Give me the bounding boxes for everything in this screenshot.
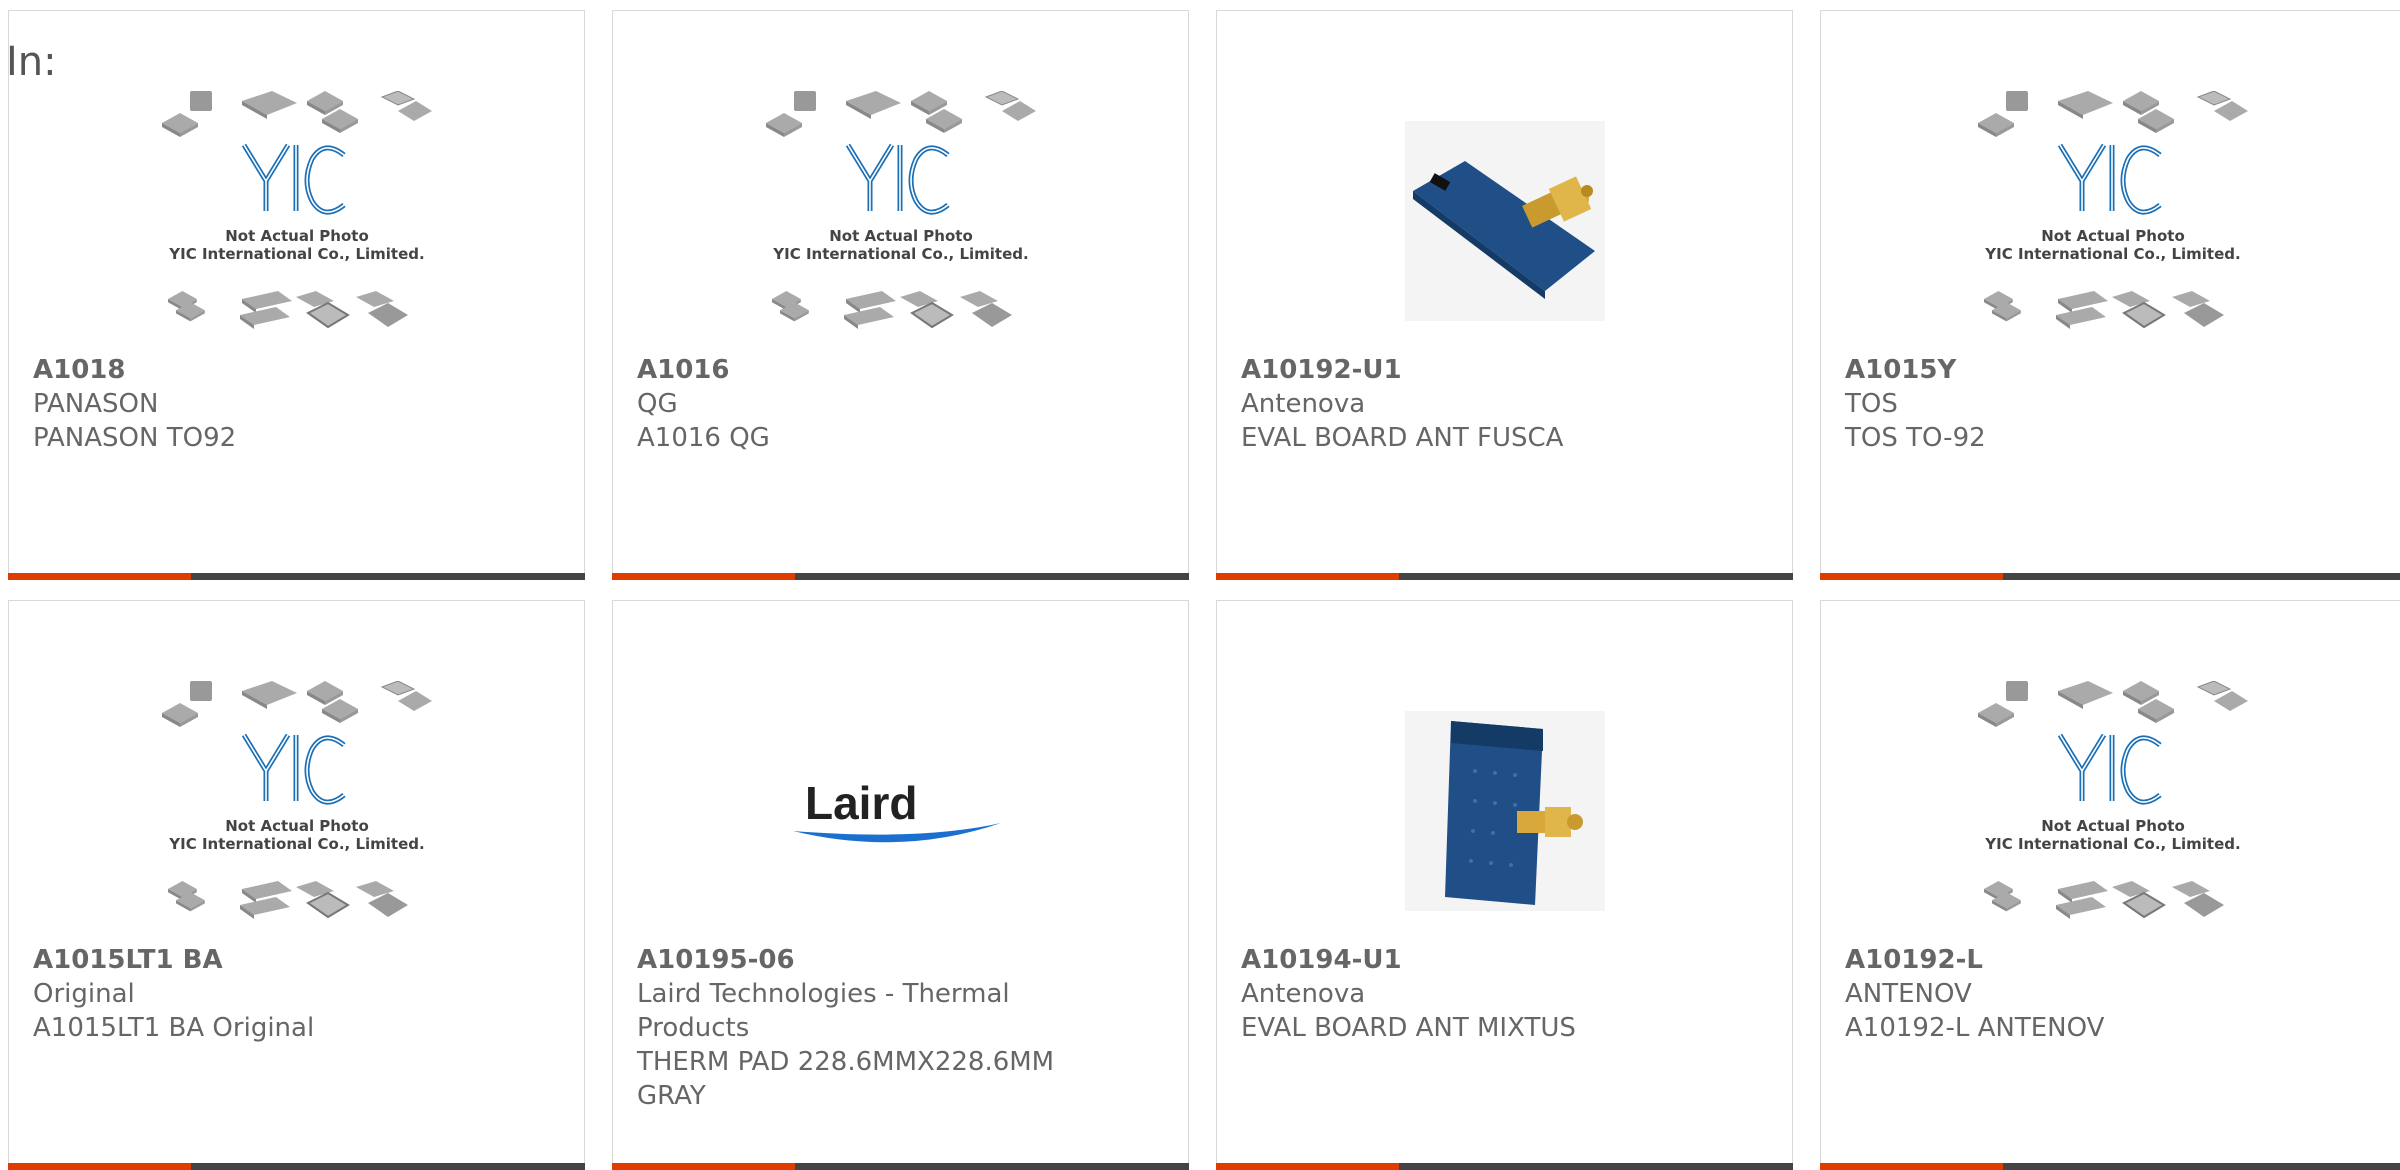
product-card[interactable]: Not Actual Photo YIC International Co., … <box>612 10 1189 580</box>
product-part-number[interactable]: A1015LT1 BA <box>33 943 560 977</box>
svg-text:YIC International Co., Limited: YIC International Co., Limited. <box>1984 835 2240 853</box>
product-description: PANASON TO92 <box>33 423 237 453</box>
product-image[interactable]: Not Actual Photo YIC International Co., … <box>1821 661 2400 961</box>
yic-placeholder-icon: Not Actual Photo YIC International Co., … <box>162 91 432 351</box>
product-part-number[interactable]: A1016 <box>637 353 1164 387</box>
product-image[interactable]: Not Actual Photo YIC International Co., … <box>613 71 1188 371</box>
product-part-number[interactable]: A10192-L <box>1845 943 2380 977</box>
product-description: TOS TO-92 <box>1845 423 1986 453</box>
product-image[interactable]: Not Actual Photo YIC International Co., … <box>1821 71 2400 371</box>
svg-text:YIC International Co., Limited: YIC International Co., Limited. <box>1984 245 2240 263</box>
product-brand: TOS <box>1845 389 1898 419</box>
svg-text:Laird: Laird <box>805 777 917 829</box>
product-image[interactable]: Not Actual Photo YIC International Co., … <box>9 71 584 371</box>
svg-text:Not Actual Photo: Not Actual Photo <box>2041 817 2185 835</box>
product-description: THERM PAD 228.6MMX228.6MM GRAY <box>637 1047 1055 1111</box>
svg-text:Not Actual Photo: Not Actual Photo <box>225 817 369 835</box>
product-brand: QG <box>637 389 678 419</box>
product-description: A1016 QG <box>637 423 770 453</box>
card-bottom-bar <box>612 573 1189 580</box>
product-card[interactable]: A10194-U1 Antenova EVAL BOARD ANT MIXTUS <box>1216 600 1793 1170</box>
yic-placeholder-icon: Not Actual Photo YIC International Co., … <box>162 681 432 941</box>
product-brand: PANASON <box>33 389 159 419</box>
product-description: EVAL BOARD ANT FUSCA <box>1241 423 1564 453</box>
in-label: In: <box>6 39 57 85</box>
product-brand: Laird Technologies - Thermal Products <box>637 979 1010 1043</box>
card-bottom-bar <box>1216 573 1793 580</box>
antenna-board-vertical-icon <box>1404 711 1605 911</box>
svg-text:Not Actual Photo: Not Actual Photo <box>2041 227 2185 245</box>
product-image[interactable] <box>1217 71 1792 371</box>
product-part-number[interactable]: A10195-06 <box>637 943 1164 977</box>
product-brand: ANTENOV <box>1845 979 1972 1009</box>
product-part-number[interactable]: A10192-U1 <box>1241 353 1768 387</box>
product-brand: Antenova <box>1241 979 1366 1009</box>
yic-placeholder-icon: Not Actual Photo YIC International Co., … <box>766 91 1036 351</box>
product-description: EVAL BOARD ANT MIXTUS <box>1241 1013 1576 1043</box>
product-card[interactable]: Not Actual Photo YIC International Co., … <box>8 10 585 580</box>
product-card[interactable]: Laird A10195-06 Laird Technologies - The… <box>612 600 1189 1170</box>
product-brand: Antenova <box>1241 389 1366 419</box>
product-part-number[interactable]: A1015Y <box>1845 353 2380 387</box>
svg-text:YIC International Co., Limited: YIC International Co., Limited. <box>168 245 424 263</box>
svg-text:Not Actual Photo: Not Actual Photo <box>829 227 973 245</box>
product-image[interactable] <box>1217 661 1792 961</box>
product-description: A1015LT1 BA Original <box>33 1013 315 1043</box>
product-image[interactable]: Laird <box>613 661 1188 961</box>
product-part-number[interactable]: A1018 <box>33 353 560 387</box>
card-bottom-bar <box>1820 573 2400 580</box>
yic-placeholder-icon: Not Actual Photo YIC International Co., … <box>1978 91 2248 351</box>
product-brand: Original <box>33 979 135 1009</box>
card-bottom-bar <box>8 573 585 580</box>
product-description: A10192-L ANTENOV <box>1845 1013 2105 1043</box>
svg-text:YIC International Co., Limited: YIC International Co., Limited. <box>168 835 424 853</box>
product-part-number[interactable]: A10194-U1 <box>1241 943 1768 977</box>
antenna-board-horizontal-icon <box>1404 121 1605 321</box>
product-card[interactable]: Not Actual Photo YIC International Co., … <box>8 600 585 1170</box>
yic-placeholder-icon: Not Actual Photo YIC International Co., … <box>1978 681 2248 941</box>
product-image[interactable]: Not Actual Photo YIC International Co., … <box>9 661 584 961</box>
svg-text:YIC International Co., Limited: YIC International Co., Limited. <box>772 245 1028 263</box>
laird-logo-icon: Laird <box>792 777 1001 843</box>
product-card[interactable]: Not Actual Photo YIC International Co., … <box>1820 600 2400 1170</box>
product-card[interactable]: A10192-U1 Antenova EVAL BOARD ANT FUSCA <box>1216 10 1793 580</box>
svg-text:Not Actual Photo: Not Actual Photo <box>225 227 369 245</box>
product-card[interactable]: Not Actual Photo YIC International Co., … <box>1820 10 2400 580</box>
